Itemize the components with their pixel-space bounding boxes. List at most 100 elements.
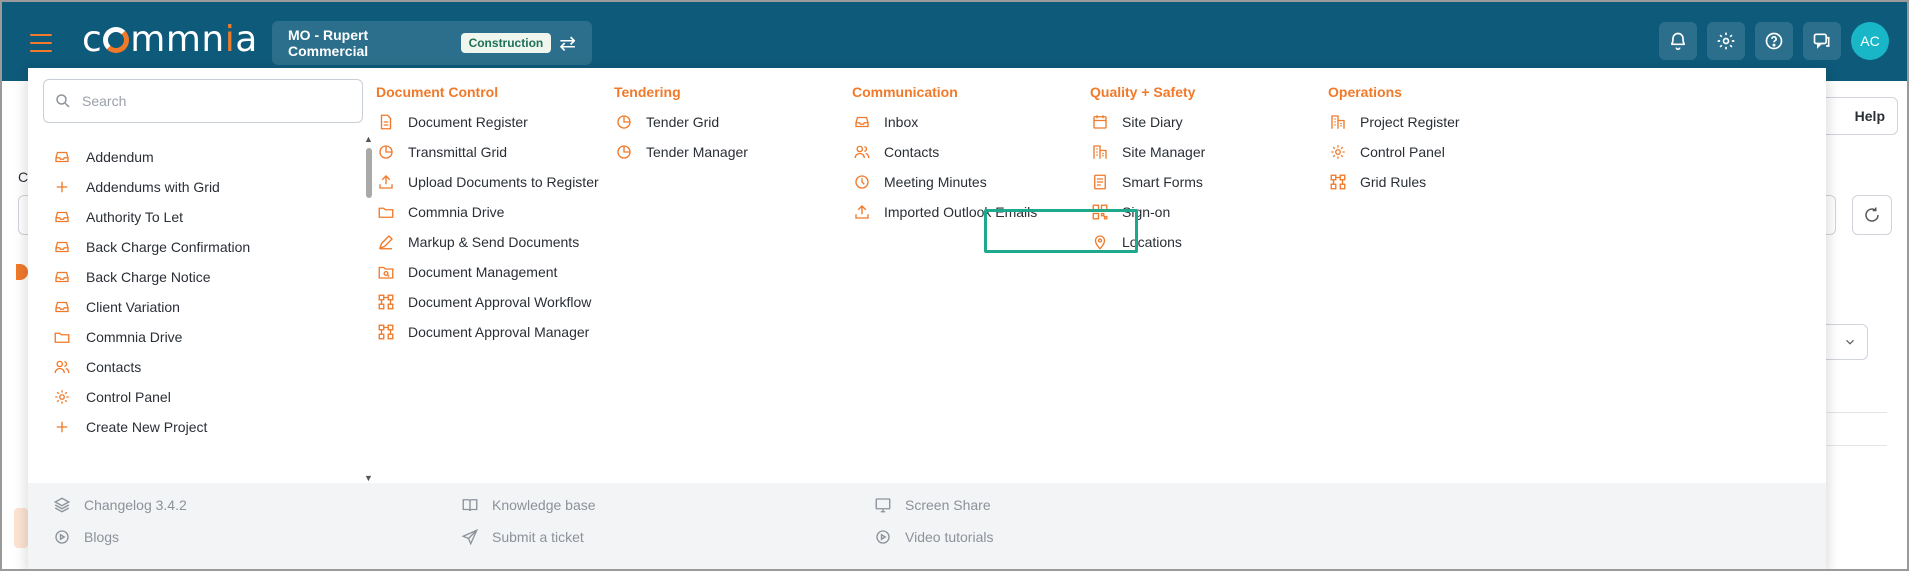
background-highlight-strip [14, 508, 28, 548]
module-list-item[interactable]: Control Panel [52, 382, 171, 412]
menu-link-label: Imported Outlook Emails [884, 204, 1038, 220]
menu-link-label: Document Approval Workflow [408, 294, 592, 310]
menu-link-label: Tender Grid [646, 114, 720, 130]
menu-link-sign-on[interactable]: Sign-on [1090, 197, 1205, 227]
menu-link-tender-manager[interactable]: Tender Manager [614, 137, 748, 167]
inbox-icon [852, 112, 872, 132]
pie-chart-icon [376, 142, 396, 162]
calendar-icon [1090, 112, 1110, 132]
play-circle-icon [873, 527, 893, 547]
menu-link-label: Inbox [884, 114, 919, 130]
menu-column-title: Communication [852, 84, 958, 100]
notifications-bell-icon[interactable] [1659, 22, 1697, 60]
module-list-item[interactable]: Client Variation [52, 292, 180, 322]
footer-link-label: Submit a ticket [492, 529, 584, 545]
upload-icon [376, 172, 396, 192]
users-icon [52, 357, 72, 377]
footer-link-screen-share[interactable]: Screen Share [873, 493, 991, 517]
top-icon-group: AC [1659, 22, 1889, 60]
menu-link-imported-outlook-emails[interactable]: Imported Outlook Emails [852, 197, 1037, 227]
inbox-icon [52, 147, 72, 167]
footer-link-submit-a-ticket[interactable]: Submit a ticket [460, 525, 584, 549]
menu-link-document-approval-workflow[interactable]: Document Approval Workflow [376, 287, 599, 317]
workflow-icon [376, 322, 396, 342]
menu-column-quality-safety: Quality + Safety Site Diary Site Manager Sm… [1090, 82, 1205, 257]
play-circle-icon [52, 527, 72, 547]
menu-link-document-management[interactable]: Document Management [376, 257, 599, 287]
menu-link-label: Commnia Drive [408, 204, 505, 220]
footer-link-label: Screen Share [905, 497, 991, 513]
menu-link-label: Locations [1122, 234, 1182, 250]
module-list-item[interactable]: Commnia Drive [52, 322, 182, 352]
settings-gear-icon[interactable] [1707, 22, 1745, 60]
chat-messages-icon[interactable] [1803, 22, 1841, 60]
menu-link-smart-forms[interactable]: Smart Forms [1090, 167, 1205, 197]
help-button-label: Help [1854, 108, 1885, 124]
footer-link-label: Changelog 3.4.2 [84, 497, 187, 513]
scroll-up-arrow-icon[interactable]: ▲ [364, 134, 373, 144]
module-list-item-label: Back Charge Notice [86, 269, 211, 285]
footer-link-video-tutorials[interactable]: Video tutorials [873, 525, 993, 549]
module-list-item[interactable]: Contacts [52, 352, 141, 382]
menu-link-document-register[interactable]: Document Register [376, 107, 599, 137]
scrollbar-thumb[interactable] [366, 148, 372, 198]
module-list-item[interactable]: Addendum [52, 142, 154, 172]
footer-link-changelog-3-4-2[interactable]: Changelog 3.4.2 [52, 493, 187, 517]
inbox-icon [52, 237, 72, 257]
menu-link-commnia-drive[interactable]: Commnia Drive [376, 197, 599, 227]
users-icon [852, 142, 872, 162]
menu-link-meeting-minutes[interactable]: Meeting Minutes [852, 167, 1037, 197]
menu-link-inbox[interactable]: Inbox [852, 107, 1037, 137]
screen-share-icon [873, 495, 893, 515]
menu-link-label: Project Register [1360, 114, 1460, 130]
menu-column-operations: Operations Project Register Control Panel G… [1328, 82, 1460, 197]
menu-link-site-manager[interactable]: Site Manager [1090, 137, 1205, 167]
menu-link-project-register[interactable]: Project Register [1328, 107, 1460, 137]
module-list-item[interactable]: Authority To Let [52, 202, 183, 232]
menu-link-grid-rules[interactable]: Grid Rules [1328, 167, 1460, 197]
menu-link-transmittal-grid[interactable]: Transmittal Grid [376, 137, 599, 167]
swap-arrows-icon: ⇄ [559, 32, 576, 55]
send-icon [460, 527, 480, 547]
menu-link-site-diary[interactable]: Site Diary [1090, 107, 1205, 137]
module-list-item-label: Create New Project [86, 419, 208, 435]
commnia-logo[interactable]: c mmnia [82, 22, 258, 58]
menu-link-contacts[interactable]: Contacts [852, 137, 1037, 167]
module-list-item[interactable]: Back Charge Notice [52, 262, 211, 292]
background-divider [1827, 412, 1887, 413]
menu-link-label: Control Panel [1360, 144, 1445, 160]
module-list-item[interactable]: Create New Project [52, 412, 207, 442]
project-selector[interactable]: MO - Rupert Commercial Construction ⇄ [272, 21, 592, 65]
menu-link-markup-send-documents[interactable]: Markup & Send Documents [376, 227, 599, 257]
menu-column-communication: Communication Inbox Contacts Meeting Minute… [852, 82, 1037, 227]
module-list-item-label: Commnia Drive [86, 329, 183, 345]
help-button[interactable]: Help [1814, 97, 1898, 135]
menu-link-upload-documents-to-register[interactable]: Upload Documents to Register [376, 167, 599, 197]
user-avatar[interactable]: AC [1851, 22, 1889, 60]
list-scrollbar[interactable]: ▲ ▼ [364, 134, 374, 483]
scroll-down-arrow-icon[interactable]: ▼ [364, 473, 373, 483]
project-type-badge: Construction [460, 33, 552, 53]
module-list-item[interactable]: Addendums with Grid [52, 172, 220, 202]
footer-link-blogs[interactable]: Blogs [52, 525, 119, 549]
module-list-item-label: Control Panel [86, 389, 171, 405]
gear-icon [1328, 142, 1348, 162]
refresh-icon[interactable] [1852, 195, 1892, 235]
folder-search-icon [376, 262, 396, 282]
menu-link-locations[interactable]: Locations [1090, 227, 1205, 257]
menu-link-document-approval-manager[interactable]: Document Approval Manager [376, 317, 599, 347]
footer-link-knowledge-base[interactable]: Knowledge base [460, 493, 596, 517]
module-list-item-label: Client Variation [86, 299, 180, 315]
menu-link-label: Markup & Send Documents [408, 234, 580, 250]
inbox-icon [52, 267, 72, 287]
menu-link-control-panel[interactable]: Control Panel [1328, 137, 1460, 167]
building-icon [1328, 112, 1348, 132]
menu-search-input[interactable] [82, 93, 342, 109]
module-list-item-label: Back Charge Confirmation [86, 239, 251, 255]
hamburger-menu-icon[interactable] [30, 34, 52, 52]
menu-link-tender-grid[interactable]: Tender Grid [614, 107, 748, 137]
pie-chart-icon [614, 112, 634, 132]
menu-search-box[interactable] [43, 79, 363, 123]
module-list-item[interactable]: Back Charge Confirmation [52, 232, 250, 262]
help-question-icon[interactable] [1755, 22, 1793, 60]
